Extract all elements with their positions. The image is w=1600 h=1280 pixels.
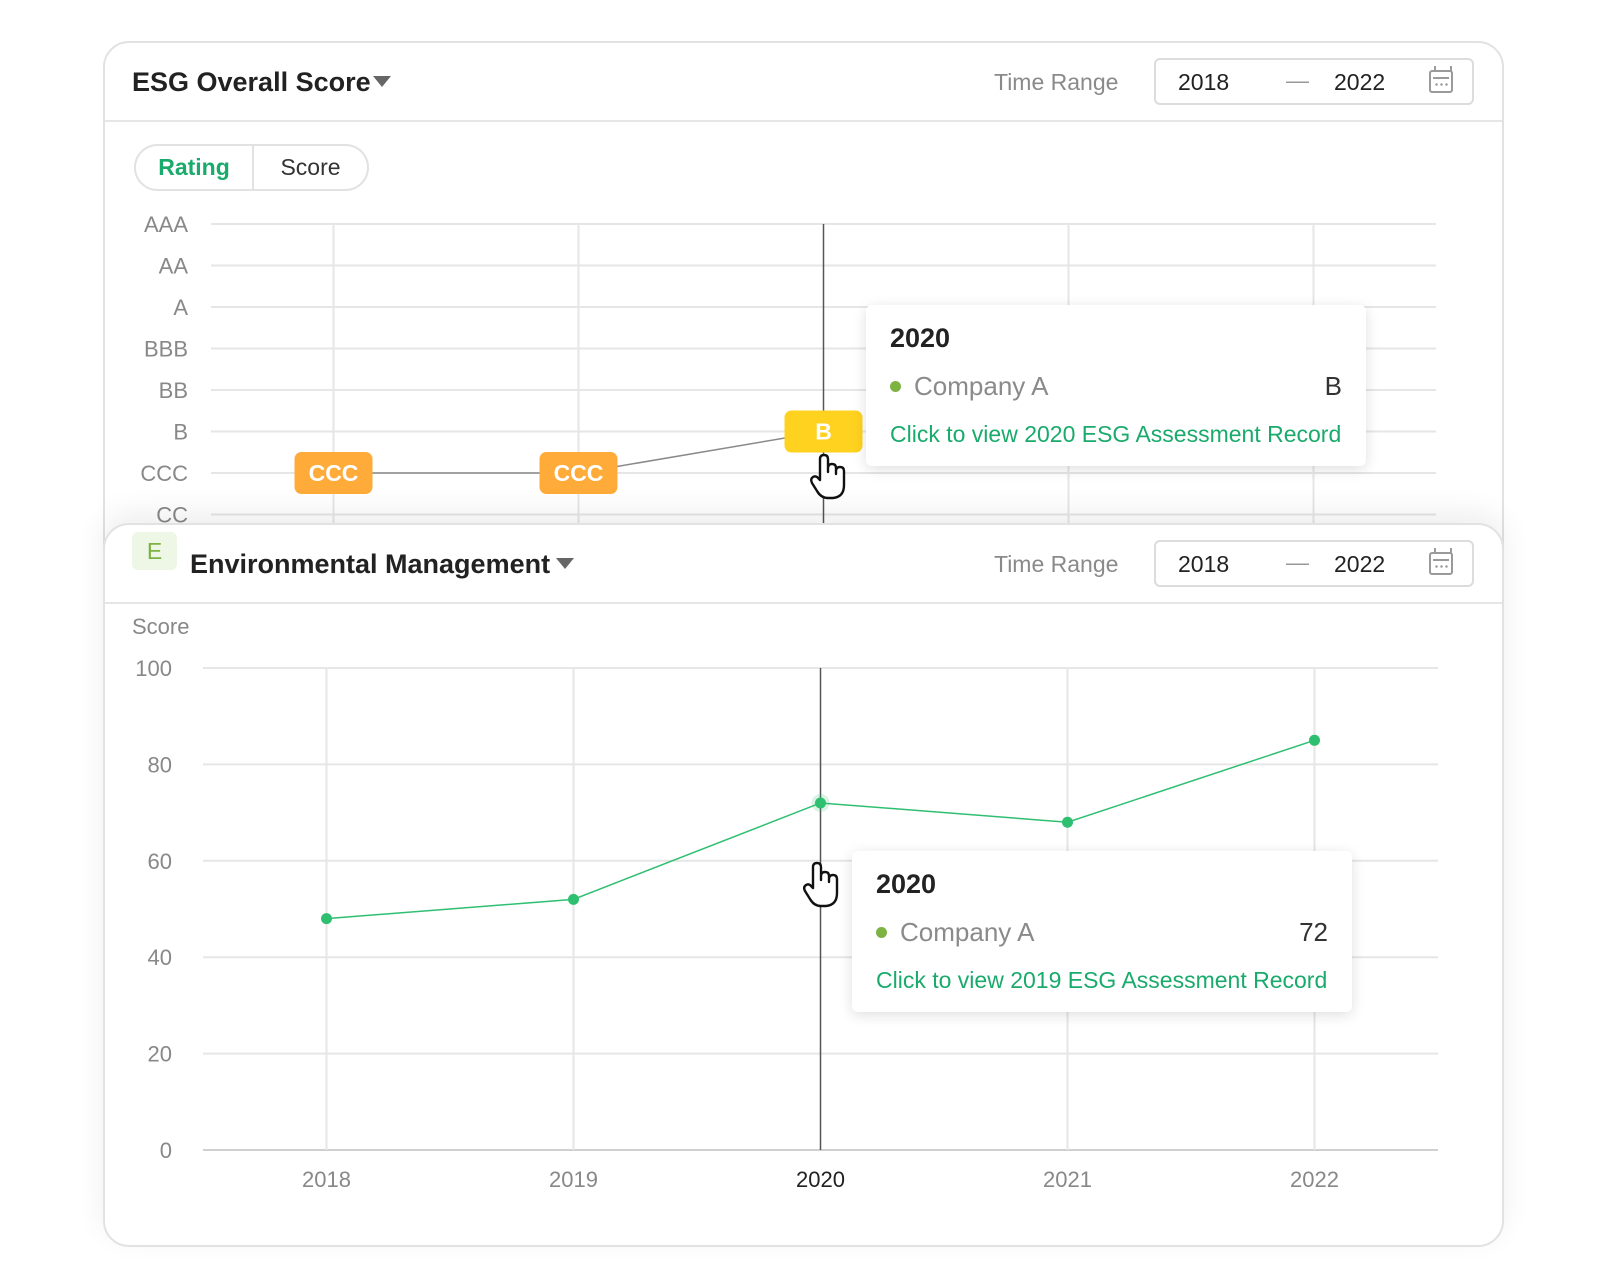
y-tick-label: B	[173, 420, 188, 445]
x-tick-label: 2019	[549, 1167, 598, 1192]
score-tooltip: 2020 Company A 72 Click to view 2019 ESG…	[852, 851, 1352, 1012]
title-dropdown-caret-icon[interactable]	[556, 558, 574, 569]
range-separator: —	[1286, 549, 1309, 575]
data-point	[568, 893, 579, 905]
tooltip-value: 72	[1299, 917, 1328, 947]
time-range-label: Time Range	[994, 69, 1119, 95]
tooltip-value: B	[1324, 371, 1342, 401]
tab-rating[interactable]: Rating	[136, 146, 252, 189]
y-tick-label: 60	[148, 849, 172, 874]
panel-header: ESG Overall Score Time Range 2018 — 2022	[105, 43, 1502, 122]
range-separator: —	[1286, 67, 1309, 93]
data-point	[1062, 816, 1073, 828]
calendar-icon[interactable]	[1429, 66, 1453, 93]
y-tick-label: 20	[148, 1042, 172, 1067]
range-start-year[interactable]: 2018	[1178, 69, 1229, 96]
series-dot-icon	[890, 381, 901, 392]
calendar-icon[interactable]	[1429, 548, 1453, 575]
panel-title: ESG Overall Score	[132, 67, 371, 97]
range-end-year[interactable]: 2022	[1334, 551, 1385, 578]
time-range-picker[interactable]: 2018 — 2022	[1154, 540, 1474, 587]
rating-marker-label: CCC	[554, 460, 604, 486]
y-axis-title: Score	[132, 614, 189, 639]
x-tick-label: 2021	[1043, 1167, 1092, 1192]
range-end-year[interactable]: 2022	[1334, 69, 1385, 96]
x-tick-label: 2020	[796, 1167, 845, 1192]
hand-pointer-icon	[810, 453, 846, 500]
y-tick-label: BBB	[144, 337, 188, 362]
y-tick-label: AAA	[144, 212, 188, 237]
tab-score[interactable]: Score	[252, 146, 367, 189]
y-tick-label: 100	[135, 656, 172, 681]
tooltip-year: 2020	[890, 323, 951, 353]
time-range-label: Time Range	[994, 551, 1119, 577]
view-toggle: Rating Score	[134, 144, 369, 191]
y-tick-label: AA	[159, 254, 189, 279]
data-point	[321, 913, 332, 925]
view-record-link[interactable]: Click to view 2020 ESG Assessment Record	[890, 421, 1341, 448]
range-start-year[interactable]: 2018	[1178, 551, 1229, 578]
tooltip-year: 2020	[876, 869, 937, 899]
category-badge: E	[132, 532, 177, 570]
tooltip-series-name: Company A	[900, 917, 1035, 947]
x-tick-label: 2022	[1290, 1167, 1339, 1192]
x-tick-label: 2018	[302, 1167, 351, 1192]
time-range-picker[interactable]: 2018 — 2022	[1154, 58, 1474, 105]
y-tick-label: A	[173, 295, 188, 320]
panel-title: Environmental Management	[190, 549, 551, 579]
environmental-management-panel: E Environmental Management Time Range 20…	[103, 523, 1504, 1247]
data-point	[815, 797, 826, 809]
y-tick-label: 40	[148, 945, 172, 970]
panel-header: E Environmental Management Time Range 20…	[105, 525, 1502, 604]
y-tick-label: CCC	[140, 461, 188, 486]
tooltip-series-name: Company A	[914, 371, 1049, 401]
y-tick-label: 80	[148, 752, 172, 777]
rating-tooltip: 2020 Company A B Click to view 2020 ESG …	[866, 305, 1366, 466]
rating-marker-label: CCC	[309, 460, 359, 486]
title-dropdown-caret-icon[interactable]	[373, 76, 391, 87]
rating-marker-label: B	[815, 419, 832, 445]
hand-pointer-icon	[803, 861, 839, 908]
y-tick-label: 0	[160, 1138, 172, 1163]
series-dot-icon	[876, 927, 887, 938]
y-tick-label: BB	[159, 378, 188, 403]
view-record-link[interactable]: Click to view 2019 ESG Assessment Record	[876, 967, 1327, 994]
data-point	[1309, 734, 1320, 746]
